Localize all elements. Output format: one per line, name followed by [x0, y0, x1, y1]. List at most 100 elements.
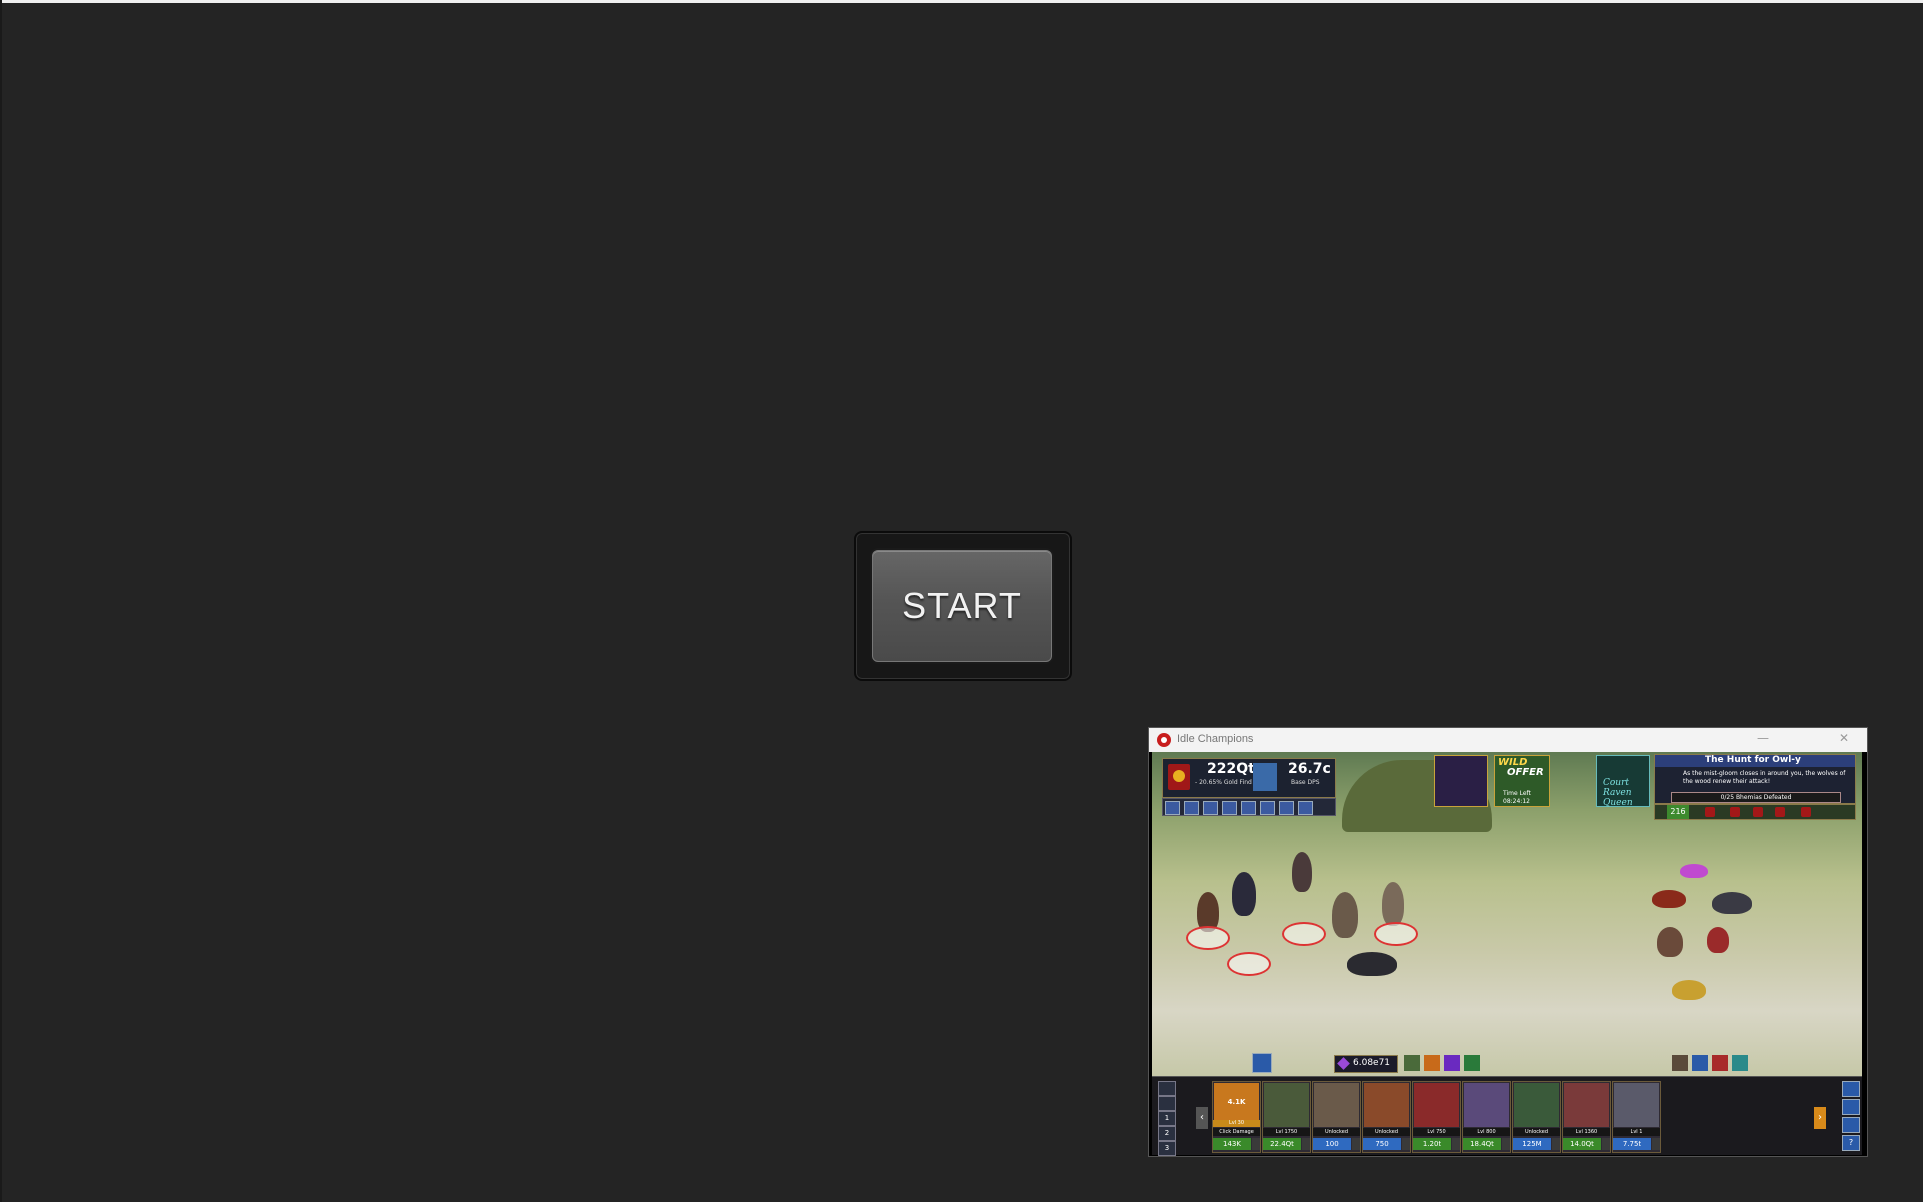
- champion-card[interactable]: Click Damage 143K 4.1K Lvl 30: [1212, 1081, 1261, 1153]
- map-icon[interactable]: [1241, 801, 1256, 815]
- bench-button-2[interactable]: 2: [1158, 1126, 1176, 1141]
- champion-card[interactable]: Lvl 1360 14.0Qt: [1562, 1081, 1611, 1153]
- champion-card[interactable]: Unlocked 100: [1312, 1081, 1361, 1153]
- bench-button-1[interactable]: 1: [1158, 1111, 1176, 1126]
- formation-load-icon[interactable]: [1158, 1096, 1176, 1111]
- formation-icon[interactable]: [1260, 801, 1275, 815]
- gold-find: - 20.65% Gold Find: [1195, 779, 1252, 786]
- game-scene[interactable]: 222Qt - 20.65% Gold Find 26.7c Base DPS …: [1152, 752, 1862, 1076]
- chest-icon[interactable]: [1222, 801, 1237, 815]
- enemy-sprite[interactable]: [1672, 980, 1706, 1000]
- champions-prev-arrow[interactable]: ‹: [1196, 1107, 1208, 1129]
- level-up-cost-button[interactable]: 1.20t: [1413, 1138, 1451, 1150]
- level-up-cost-button[interactable]: 14.0Qt: [1563, 1138, 1601, 1150]
- gold-value: 222Qt: [1207, 761, 1255, 777]
- start-button[interactable]: START: [872, 550, 1052, 662]
- help-icon[interactable]: ?: [1842, 1135, 1860, 1151]
- formation-save-icon[interactable]: [1158, 1081, 1176, 1096]
- champion-portrait: [1614, 1083, 1659, 1127]
- champion-label: Lvl 1360: [1563, 1128, 1610, 1136]
- shield-icon[interactable]: [1279, 801, 1294, 815]
- champion-label: Lvl 1750: [1263, 1128, 1310, 1136]
- menu-icon[interactable]: [1165, 801, 1180, 815]
- list-icon[interactable]: [1842, 1117, 1860, 1133]
- level-up-cost-button[interactable]: 18.4Qt: [1463, 1138, 1501, 1150]
- champion-sprite[interactable]: [1332, 892, 1358, 938]
- champions-next-arrow[interactable]: ›: [1814, 1107, 1826, 1129]
- app-logo-icon: [1157, 733, 1171, 747]
- level-up-cost-button[interactable]: 750: [1363, 1138, 1401, 1150]
- lock-icon: [1775, 807, 1785, 817]
- ultimate-icon[interactable]: [1424, 1055, 1440, 1071]
- wild-offer-panel[interactable]: WILD OFFER Time Left 08:24:12: [1494, 755, 1550, 807]
- level-up-cost-button[interactable]: 125M: [1513, 1138, 1551, 1150]
- chat-icon[interactable]: [1842, 1081, 1860, 1097]
- bench-button-3[interactable]: 3: [1158, 1141, 1176, 1156]
- upgrade-icon[interactable]: [1302, 1138, 1310, 1150]
- gem-counter: 6.08e71: [1334, 1055, 1398, 1073]
- level-up-icon[interactable]: [1252, 1053, 1272, 1073]
- potion-icon[interactable]: [1692, 1055, 1708, 1071]
- potion-icon[interactable]: [1732, 1055, 1748, 1071]
- ultimate-icon[interactable]: [1404, 1055, 1420, 1071]
- champion-portrait: [1464, 1083, 1509, 1127]
- champion-label: Click Damage: [1213, 1128, 1260, 1136]
- champion-card[interactable]: Unlocked 750: [1362, 1081, 1411, 1153]
- journal-icon[interactable]: [1842, 1099, 1860, 1115]
- lock-icon: [1705, 807, 1715, 817]
- champion-card[interactable]: Lvl 800 18.4Qt: [1462, 1081, 1511, 1153]
- champion-sprite[interactable]: [1232, 872, 1256, 916]
- quest-progress: 0/25 Bhemias Defeated: [1671, 792, 1841, 803]
- champion-sprite[interactable]: [1382, 882, 1404, 926]
- wolf-sprite[interactable]: [1347, 952, 1397, 976]
- gold-panel[interactable]: 222Qt - 20.65% Gold Find 26.7c Base DPS: [1162, 758, 1336, 798]
- close-button[interactable]: ✕: [1839, 731, 1849, 745]
- settings-icon[interactable]: [1298, 801, 1313, 815]
- enemy-sprite[interactable]: [1657, 927, 1683, 957]
- gold-coin-icon: [1168, 764, 1190, 790]
- champion-card[interactable]: Lvl 1 7.75t: [1612, 1081, 1661, 1153]
- offer-line2: OFFER: [1507, 767, 1544, 778]
- upgrade-icon[interactable]: [1602, 1138, 1610, 1150]
- champion-card[interactable]: Lvl 1750 22.4Qt: [1262, 1081, 1311, 1153]
- champion-portrait: [1314, 1083, 1359, 1127]
- upgrade-icon[interactable]: [1402, 1138, 1410, 1150]
- enemy-sprite[interactable]: [1707, 927, 1729, 953]
- start-button-frame: START: [854, 531, 1072, 681]
- upgrade-icon[interactable]: [1652, 1138, 1660, 1150]
- upgrade-icon[interactable]: [1352, 1138, 1360, 1150]
- level-up-cost-button[interactable]: 100: [1313, 1138, 1351, 1150]
- potion-icon[interactable]: [1672, 1055, 1688, 1071]
- area-progress-bar[interactable]: 216: [1654, 804, 1856, 820]
- shop-icon[interactable]: [1203, 801, 1218, 815]
- upgrade-icon[interactable]: [1252, 1138, 1260, 1150]
- level-up-cost-button[interactable]: 143K: [1213, 1138, 1251, 1150]
- familiar-sprite[interactable]: [1680, 864, 1708, 878]
- game-window: Idle Champions — ✕ 222Qt - 20.65% Gold F…: [1148, 727, 1868, 1157]
- event-panel[interactable]: Court Raven Queen: [1596, 755, 1650, 808]
- upgrade-icon[interactable]: [1552, 1138, 1560, 1150]
- upgrade-icon[interactable]: [1452, 1138, 1460, 1150]
- enemy-sprite[interactable]: [1712, 892, 1752, 914]
- ultimate-icon[interactable]: [1464, 1055, 1480, 1071]
- potion-icon[interactable]: [1712, 1055, 1728, 1071]
- champion-card[interactable]: Lvl 750 1.20t: [1412, 1081, 1461, 1153]
- info-icon[interactable]: [1184, 801, 1199, 815]
- champion-promo-portrait[interactable]: [1434, 755, 1488, 807]
- champion-label: Unlocked: [1513, 1128, 1560, 1136]
- offer-time-label: Time Left: [1503, 790, 1531, 797]
- enemy-sprite[interactable]: [1652, 890, 1686, 908]
- champion-sprite[interactable]: [1292, 852, 1312, 892]
- click-damage-value: 4.1K: [1227, 1098, 1246, 1106]
- level-up-cost-button[interactable]: 7.75t: [1613, 1138, 1651, 1150]
- champion-card[interactable]: Unlocked 125M: [1512, 1081, 1561, 1153]
- game-window-title: Idle Champions: [1177, 733, 1254, 745]
- level-up-cost-button[interactable]: 22.4Qt: [1263, 1138, 1301, 1150]
- champion-label: Unlocked: [1313, 1128, 1360, 1136]
- ultimate-icon[interactable]: [1444, 1055, 1460, 1071]
- upgrade-icon[interactable]: [1502, 1138, 1510, 1150]
- hud-icon-row: [1162, 798, 1336, 816]
- minimize-button[interactable]: —: [1757, 731, 1769, 745]
- lock-icon: [1753, 807, 1763, 817]
- game-window-titlebar[interactable]: Idle Champions — ✕: [1149, 728, 1867, 752]
